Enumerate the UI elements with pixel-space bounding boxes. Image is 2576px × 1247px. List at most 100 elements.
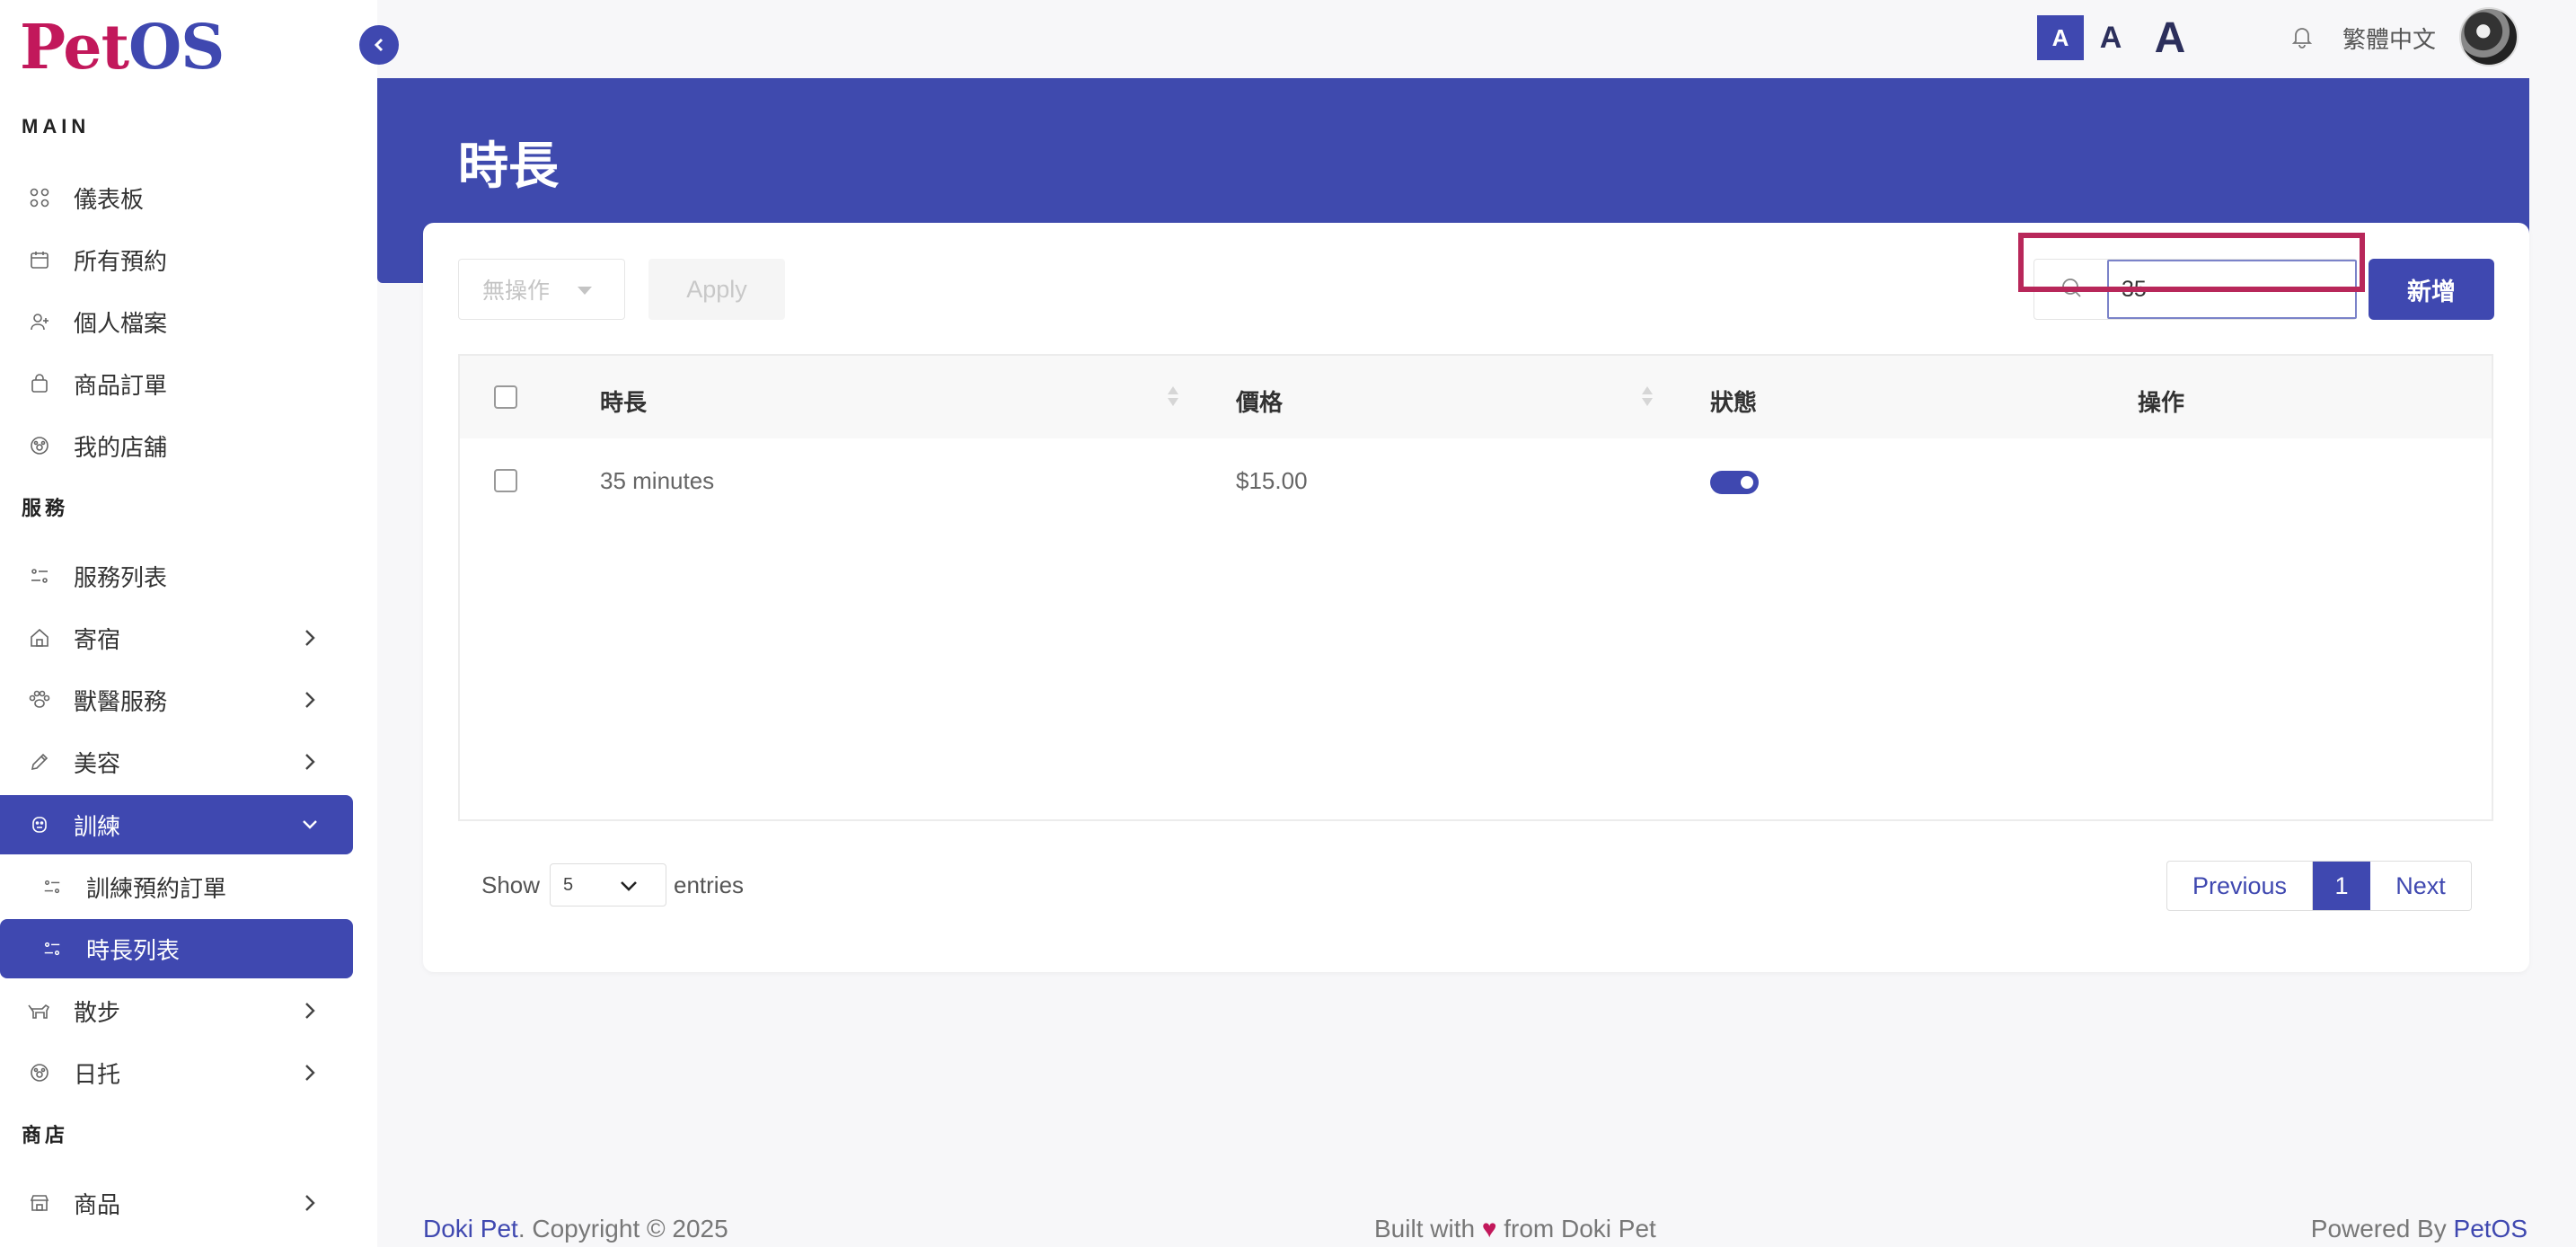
chevron-right-icon bbox=[305, 754, 315, 770]
home-icon bbox=[27, 625, 52, 650]
dog-face-icon bbox=[27, 812, 52, 837]
sidebar-item-label: 訓練 bbox=[74, 812, 121, 840]
footer-copyright: Doki Pet. Copyright © 2025 bbox=[423, 1215, 728, 1243]
font-size-small-button[interactable]: A bbox=[2037, 15, 2084, 60]
chevron-right-icon bbox=[305, 1195, 315, 1211]
section-services-label: 服務 bbox=[22, 497, 69, 519]
dog-walk-icon bbox=[27, 998, 52, 1023]
toggle-knob bbox=[1741, 476, 1753, 489]
row-checkbox[interactable] bbox=[494, 469, 517, 492]
column-header-price[interactable]: 價格 bbox=[1236, 385, 1283, 418]
table-header bbox=[460, 356, 2492, 438]
font-size-large-button[interactable]: A bbox=[2147, 11, 2193, 65]
sidebar-item-profile[interactable]: 個人檔案 bbox=[0, 292, 353, 351]
font-size-medium-button[interactable]: A bbox=[2093, 15, 2129, 60]
sort-icon[interactable] bbox=[1640, 381, 1654, 411]
column-header-duration[interactable]: 時長 bbox=[600, 385, 647, 418]
entries-label: entries bbox=[674, 871, 745, 898]
store-icon bbox=[27, 1190, 52, 1216]
list-settings-icon bbox=[27, 563, 52, 588]
page-title: 時長 bbox=[458, 137, 559, 194]
column-header-actions: 操作 bbox=[2138, 389, 2185, 416]
heart-icon: ♥ bbox=[1481, 1215, 1497, 1243]
list-settings-icon bbox=[40, 874, 65, 899]
add-button[interactable]: 新增 bbox=[2369, 259, 2494, 320]
column-header-status: 狀態 bbox=[1710, 389, 1758, 416]
chevron-down-icon bbox=[303, 820, 317, 829]
section-main-label: MAIN bbox=[22, 115, 91, 137]
paw-shop-icon bbox=[27, 1060, 52, 1085]
entries-value: 5 bbox=[563, 875, 574, 895]
sidebar-item-label: 個人檔案 bbox=[74, 309, 168, 337]
sidebar-item-product-orders[interactable]: 商品訂單 bbox=[0, 354, 353, 413]
table-cell-duration: 35 minutes bbox=[600, 467, 715, 494]
search-highlight-frame bbox=[2018, 233, 2368, 293]
status-toggle[interactable] bbox=[1710, 471, 1759, 494]
sidebar-item-dashboard[interactable]: 儀表板 bbox=[0, 168, 353, 227]
footer-brand-link[interactable]: Doki Pet bbox=[423, 1215, 518, 1243]
sidebar-item-boarding[interactable]: 寄宿 bbox=[0, 608, 353, 668]
sidebar-item-label: 我的店舖 bbox=[74, 433, 168, 461]
sidebar-item-label: 所有預約 bbox=[74, 247, 168, 275]
caret-down-icon bbox=[578, 287, 592, 295]
select-all-checkbox[interactable] bbox=[494, 385, 517, 409]
sidebar-item-label: 寄宿 bbox=[74, 625, 121, 653]
sidebar-item-all-bookings[interactable]: 所有預約 bbox=[0, 230, 353, 289]
paw-shop-icon bbox=[27, 433, 52, 458]
sidebar-item-grooming[interactable]: 美容 bbox=[0, 732, 353, 792]
sidebar-item-label: 日托 bbox=[74, 1060, 121, 1088]
sidebar-item-label: 散步 bbox=[74, 998, 121, 1026]
avatar[interactable] bbox=[2459, 7, 2519, 66]
next-page-button[interactable]: Next bbox=[2370, 862, 2471, 910]
page-number-button[interactable]: 1 bbox=[2313, 862, 2370, 910]
apply-button[interactable]: Apply bbox=[648, 259, 785, 320]
sidebar-item-training[interactable]: 訓練 bbox=[0, 795, 353, 854]
chevron-right-icon bbox=[305, 692, 315, 708]
paw-icon bbox=[27, 687, 52, 712]
sidebar-item-service-list[interactable]: 服務列表 bbox=[0, 546, 353, 606]
footer-powered-by: Powered By PetOS bbox=[2310, 1215, 2527, 1243]
pagination: Previous 1 Next bbox=[2166, 861, 2472, 911]
sidebar-item-my-shop[interactable]: 我的店舖 bbox=[0, 416, 353, 475]
entries-select[interactable]: 5 bbox=[550, 863, 666, 907]
collapse-sidebar-button[interactable] bbox=[359, 25, 399, 65]
sidebar-item-daycare[interactable]: 日托 bbox=[0, 1043, 353, 1102]
list-settings-icon bbox=[40, 936, 65, 961]
calendar-icon bbox=[27, 247, 52, 272]
chevron-right-icon bbox=[305, 630, 315, 646]
sidebar-item-walking[interactable]: 散步 bbox=[0, 981, 353, 1040]
bulk-action-value: 無操作 bbox=[482, 279, 551, 304]
previous-page-button[interactable]: Previous bbox=[2167, 862, 2313, 910]
sidebar-item-label: 商品訂單 bbox=[74, 371, 168, 399]
sort-icon[interactable] bbox=[1166, 381, 1180, 411]
petos-logo[interactable]: PetOS bbox=[20, 16, 225, 79]
footer-petos-link[interactable]: PetOS bbox=[2454, 1215, 2527, 1243]
chevron-down-icon bbox=[621, 881, 637, 891]
user-plus-icon bbox=[27, 309, 52, 334]
sidebar-item-label: 儀表板 bbox=[74, 185, 145, 213]
bulk-action-select[interactable]: 無操作 bbox=[458, 259, 625, 320]
sidebar-item-label: 訓練預約訂單 bbox=[86, 874, 227, 902]
sidebar-item-label: 時長列表 bbox=[86, 936, 181, 964]
chevron-right-icon bbox=[305, 1003, 315, 1019]
sidebar-item-label: 獸醫服務 bbox=[74, 687, 168, 715]
sidebar-item-vet[interactable]: 獸醫服務 bbox=[0, 670, 353, 730]
footer-built-with: Built with ♥ from Doki Pet bbox=[1374, 1215, 1656, 1243]
sidebar-subitem-duration-list[interactable]: 時長列表 bbox=[0, 919, 353, 978]
section-shop-label: 商店 bbox=[22, 1124, 69, 1146]
sidebar: PetOS MAIN 儀表板 所有預約 個人檔案 商品訂單 我的店舖 服務 服務… bbox=[0, 0, 377, 1247]
bell-icon[interactable] bbox=[2289, 23, 2316, 50]
language-switcher[interactable]: 繁體中文 bbox=[2342, 22, 2436, 55]
grid-icon bbox=[27, 185, 52, 210]
sidebar-subitem-training-orders[interactable]: 訓練預約訂單 bbox=[0, 857, 353, 916]
sidebar-item-label: 服務列表 bbox=[74, 563, 168, 591]
sidebar-item-label: 商品 bbox=[74, 1190, 121, 1218]
show-label: Show bbox=[481, 871, 541, 898]
shopping-bag-icon bbox=[27, 371, 52, 396]
brush-icon bbox=[27, 749, 52, 774]
table-cell-price: $15.00 bbox=[1236, 467, 1308, 494]
sidebar-item-products[interactable]: 商品 bbox=[0, 1173, 353, 1233]
sidebar-item-label: 美容 bbox=[74, 749, 121, 777]
chevron-right-icon bbox=[305, 1065, 315, 1081]
chevron-left-icon bbox=[374, 38, 384, 52]
